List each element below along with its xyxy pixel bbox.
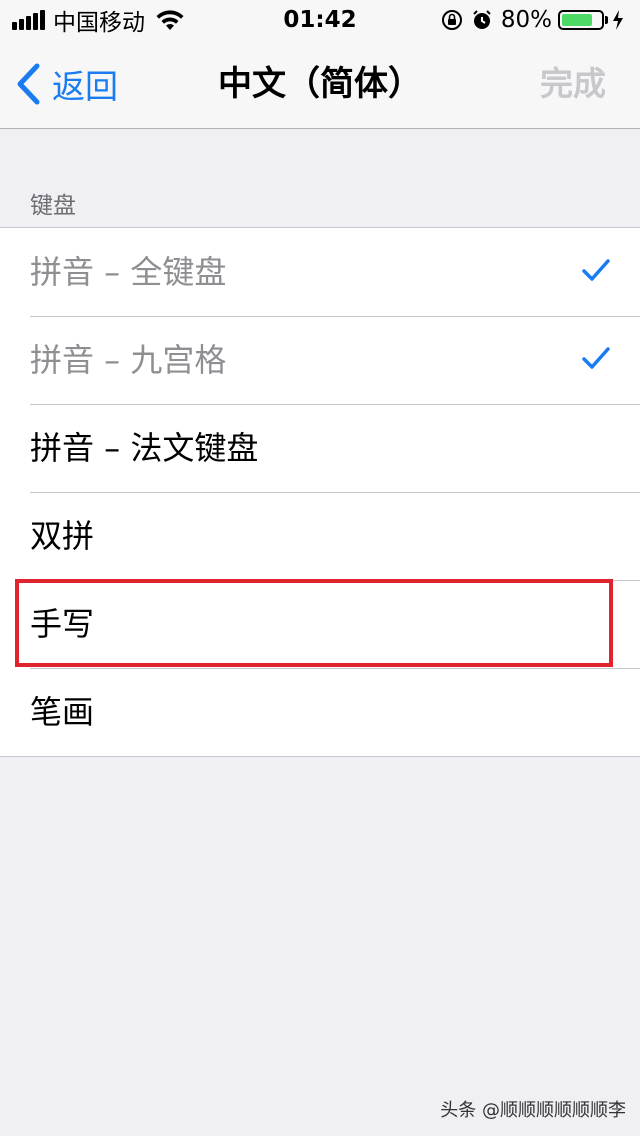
keyboard-option-pinyin-9key[interactable]: 拼音 – 九宫格	[0, 316, 640, 404]
battery-icon	[558, 10, 604, 30]
battery-level-fill	[562, 14, 593, 26]
navigation-bar: 返回 中文（简体） 完成	[0, 40, 640, 129]
keyboard-list: 拼音 – 全键盘 拼音 – 九宫格 拼音 – 法文键盘 双拼 手写 笔画	[0, 227, 640, 757]
watermark: 头条 @顺顺顺顺顺顺李	[440, 1100, 626, 1121]
checkmark-icon	[582, 347, 610, 369]
section-header-keyboards: 键盘	[30, 193, 76, 219]
battery-percent: 80%	[500, 7, 552, 33]
keyboard-option-pinyin-french[interactable]: 拼音 – 法文键盘	[0, 404, 640, 492]
done-button[interactable]: 完成	[540, 40, 606, 128]
keyboard-option-label: 手写	[30, 605, 95, 643]
keyboard-option-label: 拼音 – 九宫格	[30, 341, 227, 379]
orientation-lock-icon	[441, 10, 462, 30]
keyboard-option-label: 拼音 – 法文键盘	[30, 429, 259, 467]
keyboard-option-label: 拼音 – 全键盘	[30, 253, 227, 291]
status-right: 80%	[441, 5, 632, 35]
keyboard-option-label: 笔画	[30, 693, 95, 731]
chevron-left-icon	[17, 63, 40, 105]
keyboard-option-handwriting[interactable]: 手写	[0, 580, 640, 668]
keyboard-option-shuangpin[interactable]: 双拼	[0, 492, 640, 580]
keyboard-option-stroke[interactable]: 笔画	[0, 668, 640, 756]
battery-tip	[605, 16, 608, 24]
alarm-icon	[473, 10, 491, 29]
checkmark-icon	[582, 259, 610, 281]
keyboard-option-label: 双拼	[30, 517, 95, 555]
back-button-label: 返回	[52, 67, 118, 106]
status-bar: 中国移动 01:42 80%	[0, 0, 640, 40]
back-button[interactable]: 返回	[16, 40, 118, 128]
keyboard-option-pinyin-qwerty[interactable]: 拼音 – 全键盘	[0, 228, 640, 316]
charging-bolt-icon	[613, 10, 623, 30]
